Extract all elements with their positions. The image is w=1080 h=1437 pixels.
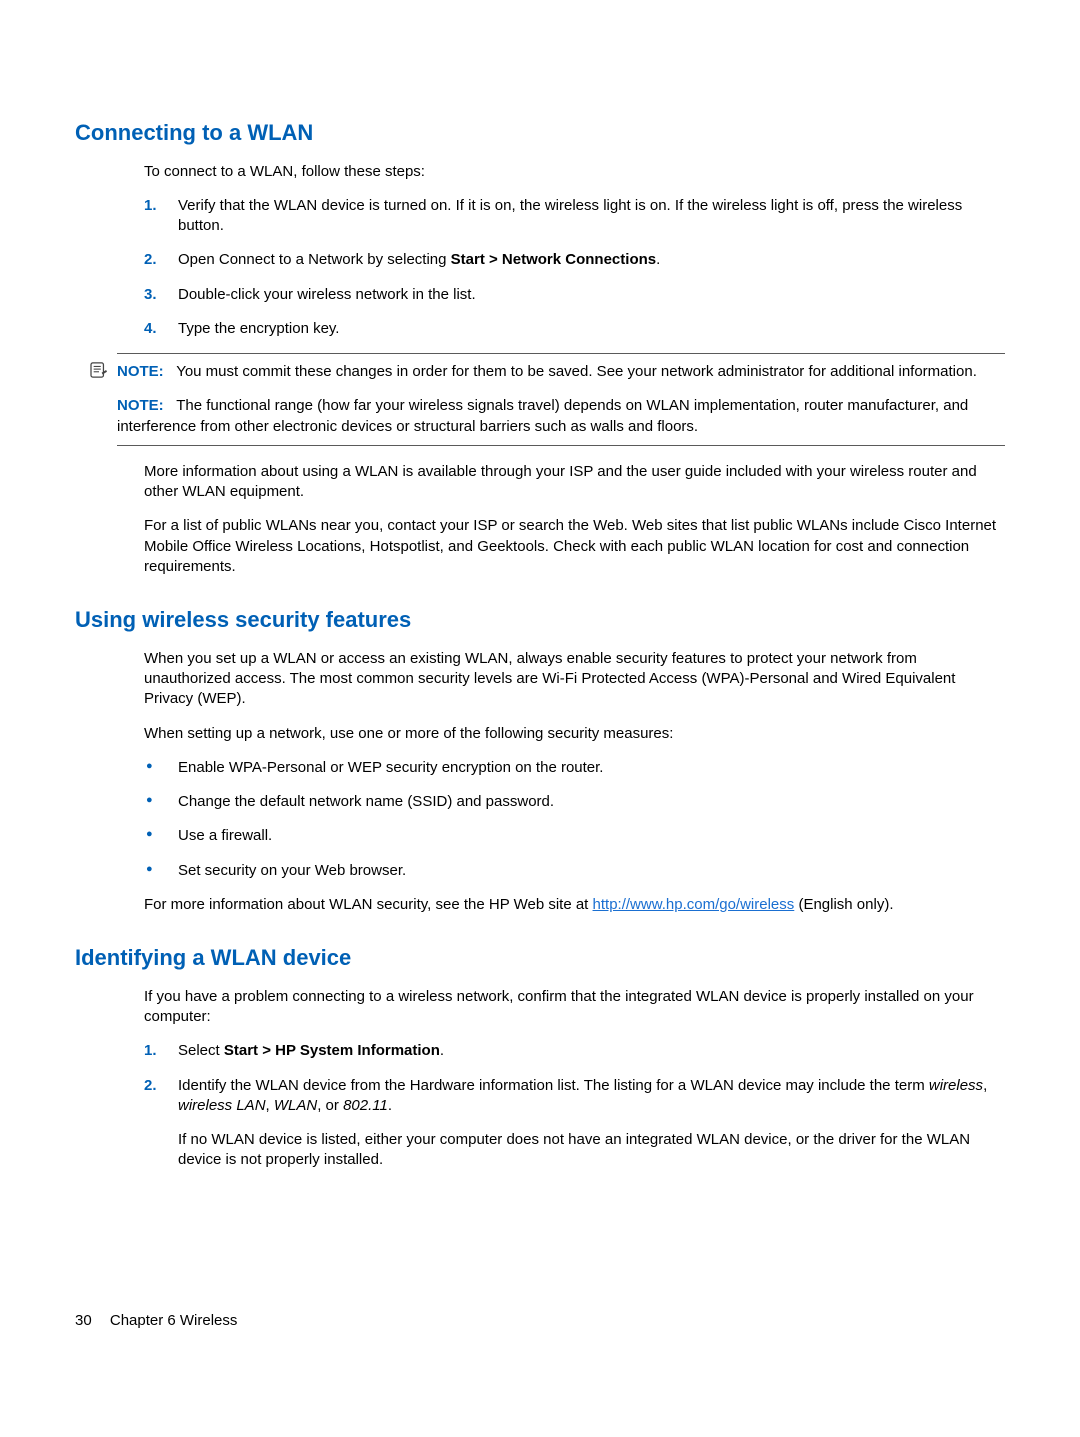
step2-suffix: .	[656, 251, 660, 268]
list-item: Set security on your Web browser.	[144, 861, 1005, 881]
list-item: Use a firewall.	[144, 826, 1005, 846]
s3-step1-bold: Start > HP System Information	[224, 1042, 440, 1059]
s3-c4: .	[388, 1097, 392, 1114]
step2-prefix: Open Connect to a Network by selecting	[178, 251, 451, 268]
step-number: 4.	[144, 319, 157, 339]
step-text: Type the encryption key.	[178, 320, 339, 337]
step-number: 2.	[144, 250, 157, 270]
step-number: 1.	[144, 1041, 157, 1061]
para3-prefix: For more information about WLAN security…	[144, 896, 593, 913]
step-4: 4. Type the encryption key.	[144, 319, 1005, 339]
section1-body: To connect to a WLAN, follow these steps…	[144, 162, 1005, 340]
chapter-label: Chapter 6 Wireless	[110, 1312, 238, 1329]
s3-c3: , or	[317, 1097, 343, 1114]
heading-connecting-wlan: Connecting to a WLAN	[75, 118, 1005, 148]
step-2-sub: If no WLAN device is listed, either your…	[178, 1130, 1005, 1171]
list-item: Enable WPA-Personal or WEP security encr…	[144, 758, 1005, 778]
section3-body: If you have a problem connecting to a wi…	[144, 987, 1005, 1171]
para-more-info: More information about using a WLAN is a…	[144, 462, 1005, 503]
section3-intro: If you have a problem connecting to a wi…	[144, 987, 1005, 1028]
note-row: NOTE: You must commit these changes in o…	[117, 362, 1005, 382]
note-icon	[90, 362, 108, 384]
section1-intro: To connect to a WLAN, follow these steps…	[144, 162, 1005, 182]
section1-tail: More information about using a WLAN is a…	[144, 462, 1005, 577]
note-label: NOTE:	[117, 397, 164, 414]
section2-para2: When setting up a network, use one or mo…	[144, 724, 1005, 744]
s3-step1-prefix: Select	[178, 1042, 224, 1059]
step-1: 1. Select Start > HP System Information.	[144, 1041, 1005, 1061]
s3-step2-i3: WLAN	[274, 1097, 317, 1114]
step-3: 3. Double-click your wireless network in…	[144, 285, 1005, 305]
s3-step2-i2: wireless LAN	[178, 1097, 266, 1114]
hp-wireless-link[interactable]: http://www.hp.com/go/wireless	[593, 896, 795, 913]
s3-step1-suffix: .	[440, 1042, 444, 1059]
s3-step2-prefix: Identify the WLAN device from the Hardwa…	[178, 1077, 929, 1094]
s3-step2-i1: wireless	[929, 1077, 983, 1094]
note-text: The functional range (how far your wirel…	[117, 397, 968, 434]
s3-step2-i4: 802.11	[343, 1097, 388, 1114]
section2-body: When you set up a WLAN or access an exis…	[144, 649, 1005, 915]
heading-wireless-security: Using wireless security features	[75, 605, 1005, 635]
note-container: NOTE: You must commit these changes in o…	[117, 353, 1005, 446]
step-1: 1. Verify that the WLAN device is turned…	[144, 196, 1005, 237]
step-number: 2.	[144, 1076, 157, 1096]
step-text: Open Connect to a Network by selecting S…	[178, 251, 660, 268]
s3-c2: ,	[266, 1097, 274, 1114]
step2-bold: Start > Network Connections	[451, 251, 656, 268]
step-text: Identify the WLAN device from the Hardwa…	[178, 1077, 987, 1114]
step-2: 2. Open Connect to a Network by selectin…	[144, 250, 1005, 270]
step-number: 3.	[144, 285, 157, 305]
step-text: Select Start > HP System Information.	[178, 1042, 444, 1059]
para-public-wlans: For a list of public WLANs near you, con…	[144, 516, 1005, 577]
section2-para1: When you set up a WLAN or access an exis…	[144, 649, 1005, 710]
section2-para3: For more information about WLAN security…	[144, 895, 1005, 915]
note-text: You must commit these changes in order f…	[176, 363, 977, 380]
step-number: 1.	[144, 196, 157, 216]
page-number: 30	[75, 1311, 92, 1331]
section1-steps: 1. Verify that the WLAN device is turned…	[144, 196, 1005, 339]
para3-suffix: (English only).	[794, 896, 893, 913]
document-page: Connecting to a WLAN To connect to a WLA…	[0, 0, 1080, 1391]
note-2: NOTE: The functional range (how far your…	[117, 386, 1005, 446]
step-2: 2. Identify the WLAN device from the Har…	[144, 1076, 1005, 1171]
step-text: Verify that the WLAN device is turned on…	[178, 197, 962, 234]
security-measures-list: Enable WPA-Personal or WEP security encr…	[144, 758, 1005, 881]
step-text: Double-click your wireless network in th…	[178, 286, 476, 303]
section3-steps: 1. Select Start > HP System Information.…	[144, 1041, 1005, 1170]
note-1: NOTE: You must commit these changes in o…	[117, 353, 1005, 386]
page-footer: 30 Chapter 6 Wireless	[75, 1311, 1005, 1331]
list-item: Change the default network name (SSID) a…	[144, 792, 1005, 812]
note-label: NOTE:	[117, 363, 164, 380]
s3-c1: ,	[983, 1077, 987, 1094]
heading-identifying-wlan: Identifying a WLAN device	[75, 943, 1005, 973]
